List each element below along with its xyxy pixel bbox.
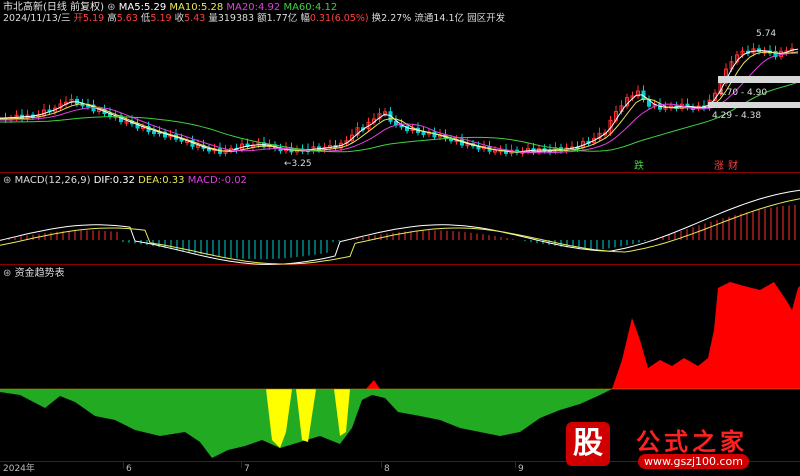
dea-line <box>0 198 800 265</box>
x-label-year: 2024年 <box>3 464 35 474</box>
macd-value: -0.02 <box>221 175 247 186</box>
x-label-jun: 6 <box>126 464 132 474</box>
candlesticks <box>3 43 794 157</box>
candle-body <box>152 130 156 134</box>
resistance-box-label: 4.70 - 4.90 <box>718 88 768 98</box>
support-box-label: 4.29 - 4.38 <box>712 111 762 121</box>
moving-average-lines <box>0 48 799 154</box>
ma5-line <box>0 48 799 153</box>
watermark-name: 公式之家 <box>636 428 748 456</box>
ma10-line <box>0 51 799 153</box>
dif-value: 0.32 <box>112 175 135 186</box>
macd-title: MACD(12,26,9) <box>14 175 91 186</box>
macd-lines <box>0 189 800 265</box>
chart-canvas[interactable] <box>0 0 800 476</box>
watermark: 股 公式之家 www.gszj100.com <box>556 420 800 476</box>
dif-line <box>0 189 800 265</box>
fund-red-area <box>612 282 800 389</box>
resistance-box <box>718 76 800 83</box>
settings-icon[interactable]: ⊛ <box>3 268 11 279</box>
signal-zhang: 涨 <box>714 161 724 172</box>
candle-body <box>421 131 426 135</box>
signal-cai: 财 <box>728 161 738 172</box>
high-price-marker: 5.74 <box>756 29 777 39</box>
dea-label: DEA: <box>138 175 163 186</box>
fund-header: ⊛ 资金趋势表 <box>3 268 65 280</box>
dea-value: 0.33 <box>162 175 185 186</box>
ma20-line <box>0 52 799 154</box>
x-label-sep: 9 <box>518 464 524 474</box>
watermark-logo: 股 <box>566 422 610 466</box>
fund-red-area <box>366 380 380 389</box>
fund-title: 资金趋势表 <box>14 268 65 279</box>
macd-label: MACD: <box>187 175 222 186</box>
watermark-url: www.gszj100.com <box>638 454 750 469</box>
low-price-marker: ←3.25 <box>284 159 312 169</box>
x-label-aug: 8 <box>384 464 390 474</box>
x-label-jul: 7 <box>244 464 250 474</box>
ma60-line <box>0 81 799 153</box>
signal-die: 跌 <box>634 161 644 172</box>
dif-label: DIF: <box>93 175 113 186</box>
support-box <box>708 102 800 108</box>
settings-icon[interactable]: ⊛ <box>3 175 11 186</box>
macd-header: ⊛ MACD(12,26,9) DIF:0.32 DEA:0.33 MACD:-… <box>3 175 247 187</box>
